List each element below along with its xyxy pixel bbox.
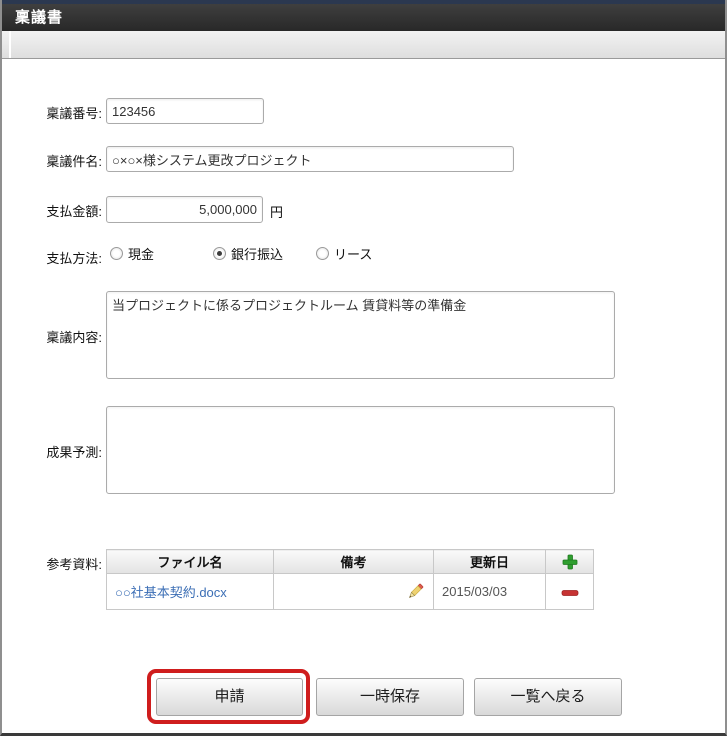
radio-lease[interactable]: リース (316, 244, 372, 263)
submit-button[interactable]: 申請 (156, 678, 303, 716)
add-attachment-button[interactable] (545, 549, 594, 574)
radio-lease-label: リース (334, 247, 373, 262)
ringi-number-label: 稟議番号: (46, 106, 102, 121)
ringi-number-input[interactable] (106, 98, 264, 124)
file-name-cell: ○○社基本契約.docx (106, 573, 274, 610)
outcome-forecast-label: 成果予測: (46, 445, 102, 460)
attachments-label: 参考資料: (46, 557, 102, 572)
attachment-row: ○○社基本契約.docx 2015/03/03 (106, 573, 594, 610)
column-note: 備考 (273, 549, 434, 574)
updated-date-cell: 2015/03/03 (433, 573, 546, 610)
radio-circle-icon (316, 247, 330, 260)
save-draft-button[interactable]: 一時保存 (316, 678, 464, 716)
column-updated: 更新日 (433, 549, 546, 574)
plus-icon (562, 554, 577, 570)
outcome-forecast-textarea[interactable] (106, 406, 615, 494)
ringi-title-label: 稟議件名: (46, 154, 102, 169)
payment-amount-label: 支払金額: (46, 204, 102, 219)
radio-circle-icon (110, 247, 123, 260)
minus-icon (561, 589, 578, 596)
attachments-header-row: ファイル名 備考 更新日 (106, 549, 594, 574)
toolbar-divider (9, 31, 11, 58)
attachments-table: ファイル名 備考 更新日 ○○社基本契約.docx 2015/03/03 (106, 549, 594, 610)
remove-attachment-button[interactable] (545, 573, 594, 610)
radio-cash[interactable]: 現金 (110, 244, 154, 263)
radio-cash-label: 現金 (128, 247, 155, 262)
ringi-title-input[interactable] (106, 146, 514, 172)
radio-circle-icon (213, 247, 227, 260)
ringi-content-textarea[interactable]: 当プロジェクトに係るプロジェクトルーム 賃貸料等の準備金 (106, 291, 615, 379)
back-to-list-button[interactable]: 一覧へ戻る (474, 678, 622, 716)
window-title-bar: 稟議書 (2, 4, 725, 31)
payment-method-label: 支払方法: (46, 251, 102, 266)
payment-amount-unit: 円 (270, 205, 284, 220)
note-cell (273, 573, 434, 610)
payment-method-radio-group: 現金 銀行振込 リース (110, 244, 372, 263)
radio-bank-transfer[interactable]: 銀行振込 (213, 244, 283, 263)
ringi-content-label: 稟議内容: (46, 330, 102, 345)
toolbar-strip (2, 31, 725, 59)
column-file-name: ファイル名 (106, 549, 274, 574)
ringi-form-window: 稟議書 稟議番号: 稟議件名: 支払金額: 円 支払方法: 現金 銀行振込 リー… (0, 0, 727, 736)
radio-bank-transfer-label: 銀行振込 (231, 247, 284, 262)
pencil-icon[interactable] (406, 582, 425, 601)
attachment-file-link[interactable]: ○○社基本契約.docx (115, 585, 227, 600)
page-title: 稟議書 (15, 9, 64, 26)
payment-amount-input[interactable] (106, 196, 263, 223)
